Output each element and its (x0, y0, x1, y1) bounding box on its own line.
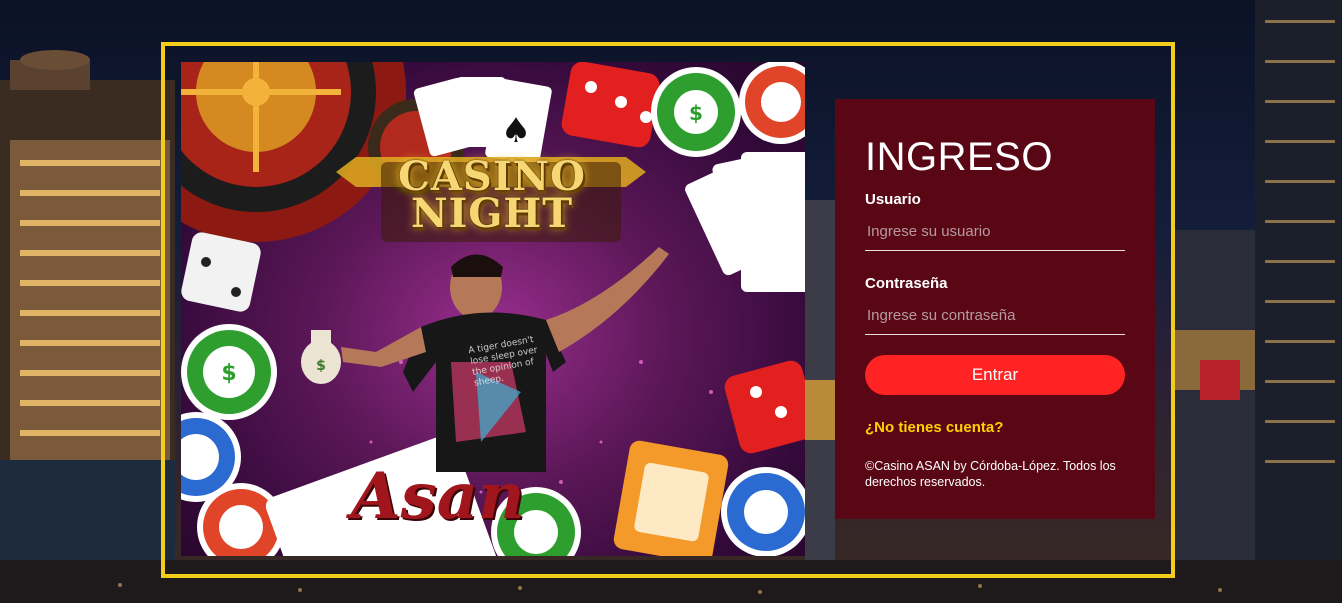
signup-link[interactable]: ¿No tienes cuenta? (865, 419, 1125, 436)
svg-text:$: $ (221, 361, 236, 386)
copyright-footer: ©Casino ASAN by Córdoba-López. Todos los… (865, 459, 1116, 489)
submit-button[interactable]: Entrar (865, 355, 1125, 395)
login-panel: INGRESO Usuario Contraseña Entrar ¿No ti… (835, 99, 1155, 519)
casino-night-promo-image: $ ♠ $ $ CASINO NIGHT A tiger doesn't los… (181, 62, 805, 556)
svg-text:♠: ♠ (501, 111, 531, 151)
username-label: Usuario (865, 191, 921, 208)
asan-brand-logo: Asan (351, 459, 525, 534)
login-title: INGRESO (865, 135, 1053, 179)
svg-text:$: $ (316, 358, 326, 374)
username-input[interactable] (865, 213, 1125, 251)
svg-text:$: $ (689, 101, 703, 125)
password-input[interactable] (865, 297, 1125, 335)
casino-night-title: CASINO NIGHT (398, 153, 586, 237)
password-label: Contraseña (865, 275, 948, 292)
